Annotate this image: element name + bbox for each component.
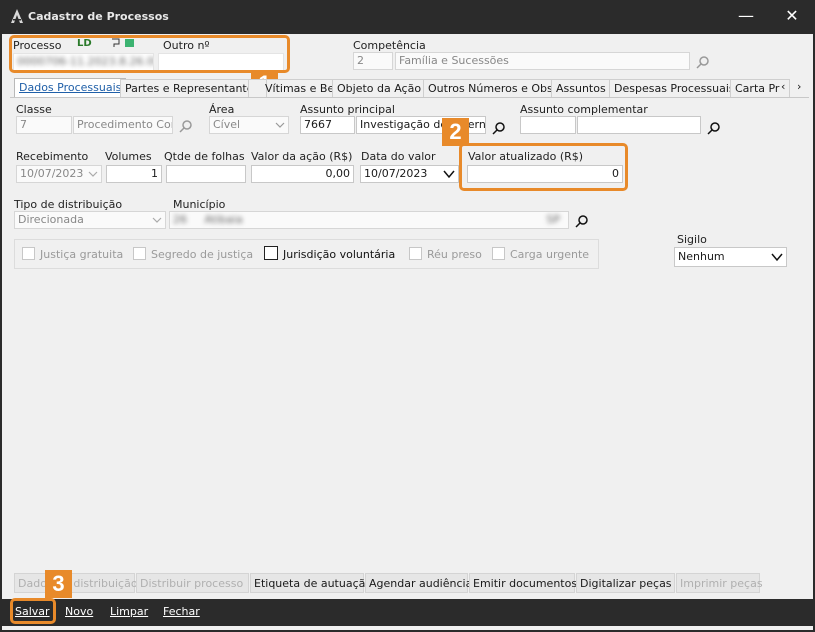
justica-gratuita-checkbox[interactable]: Justiça gratuita [22, 247, 123, 261]
data-valor-input[interactable]: 10/07/2023 [360, 165, 459, 183]
assunto-comp-name-input[interactable] [577, 116, 701, 134]
municipio-input[interactable]: 26 Atibaia SP [169, 211, 569, 229]
bottom-bar: Salvar Novo Limpar Fechar [2, 599, 813, 626]
limpar-button[interactable]: Limpar [110, 605, 148, 618]
area-select[interactable]: Cível [209, 116, 289, 134]
tipo-distribuicao-select[interactable]: Direcionada [14, 211, 166, 229]
classe-label: Classe [16, 103, 52, 116]
app-logo-icon [11, 9, 23, 23]
qtde-folhas-input[interactable] [166, 165, 246, 183]
volumes-input[interactable]: 1 [106, 165, 162, 183]
novo-button[interactable]: Novo [65, 605, 93, 618]
reu-preso-checkbox[interactable]: Réu preso [409, 247, 482, 261]
sigilo-select[interactable]: Nenhum [674, 247, 787, 267]
competencia-name-input[interactable]: Família e Sucessões [395, 52, 690, 70]
area-label: Área [209, 103, 235, 116]
chevron-down-icon [152, 217, 162, 223]
municipio-label: Município [173, 198, 226, 211]
tab-outros-numeros[interactable]: Outros Números e Obs. [423, 79, 562, 97]
title-bar: Cadastro de Processos — ✕ [2, 0, 813, 34]
tab-partes[interactable]: Partes e Representantes [120, 79, 265, 97]
tab-scroll-left-icon[interactable]: ‹ [781, 80, 785, 93]
fechar-button[interactable]: Fechar [163, 605, 200, 618]
dados-distribuicao-button[interactable]: Dados da distribuição [14, 573, 138, 593]
minimize-button[interactable]: — [735, 6, 757, 25]
classe-code-input[interactable]: 7 [16, 116, 72, 134]
tab-bar: Dados Processuais Partes e Representante… [14, 78, 814, 98]
callout-1-box [9, 35, 290, 73]
assunto-comp-code-input[interactable] [520, 116, 576, 134]
competencia-code-input[interactable]: 2 [353, 52, 393, 70]
chevron-down-icon [771, 253, 783, 262]
carga-urgente-checkbox[interactable]: Carga urgente [492, 247, 589, 261]
jurisdicao-voluntaria-checkbox[interactable]: Jurisdição voluntária [264, 246, 395, 261]
emitir-documentos-button[interactable]: Emitir documentos [469, 573, 577, 593]
qtde-folhas-label: Qtde de folhas [164, 150, 245, 163]
chevron-down-icon [443, 170, 455, 179]
recebimento-date-input[interactable]: 10/07/2023 [16, 165, 102, 183]
search-icon[interactable] [696, 55, 710, 69]
assunto-code-input[interactable]: 7667 [300, 116, 355, 134]
municipio-search-icon[interactable] [575, 214, 589, 228]
chevron-down-icon [275, 122, 285, 128]
digitalizar-pecas-button[interactable]: Digitalizar peças [576, 573, 675, 593]
tab-scroll-right-icon[interactable]: › [797, 80, 801, 93]
valor-acao-input[interactable]: 0,00 [251, 165, 354, 183]
date-dropdown-icon [88, 171, 98, 177]
valor-acao-label: Valor da ação (R$) [251, 150, 353, 163]
callout-2-badge: 2 [442, 118, 469, 146]
callout-2-box [459, 143, 628, 191]
tab-assuntos[interactable]: Assuntos [551, 79, 611, 97]
close-button[interactable]: ✕ [781, 6, 803, 25]
tab-dados-processuais[interactable]: Dados Processuais [14, 78, 127, 98]
callout-3-box [10, 598, 56, 624]
tipo-distribuicao-label: Tipo de distribuição [14, 198, 123, 211]
window-title: Cadastro de Processos [28, 10, 169, 23]
callout-3-badge: 3 [45, 570, 72, 598]
imprimir-pecas-button[interactable]: Imprimir peças [676, 573, 763, 593]
classe-search-icon[interactable] [179, 119, 193, 133]
recebimento-label: Recebimento [16, 150, 89, 163]
distribuir-processo-button[interactable]: Distribuir processo [136, 573, 249, 593]
assunto-principal-label: Assunto principal [300, 103, 395, 116]
data-valor-label: Data do valor [361, 150, 436, 163]
volumes-label: Volumes [105, 150, 152, 163]
assunto-comp-search-icon[interactable] [707, 121, 721, 135]
segredo-justica-checkbox[interactable]: Segredo de justiça [133, 247, 253, 261]
process-window: Cadastro de Processos — ✕ Processo LD Ou… [0, 0, 815, 632]
etiqueta-autuacao-button[interactable]: Etiqueta de autuação [250, 573, 372, 593]
tab-despesas[interactable]: Despesas Processuais [609, 79, 740, 97]
classe-name-input[interactable]: Procedimento Com [73, 116, 173, 134]
tab-objeto-acao[interactable]: Objeto da Ação [332, 79, 427, 97]
sigilo-label: Sigilo [677, 233, 707, 246]
assunto-complementar-label: Assunto complementar [520, 103, 648, 116]
agendar-audiencia-button[interactable]: Agendar audiência [365, 573, 472, 593]
assunto-search-icon[interactable] [492, 121, 506, 135]
competencia-label: Competência [353, 39, 426, 52]
